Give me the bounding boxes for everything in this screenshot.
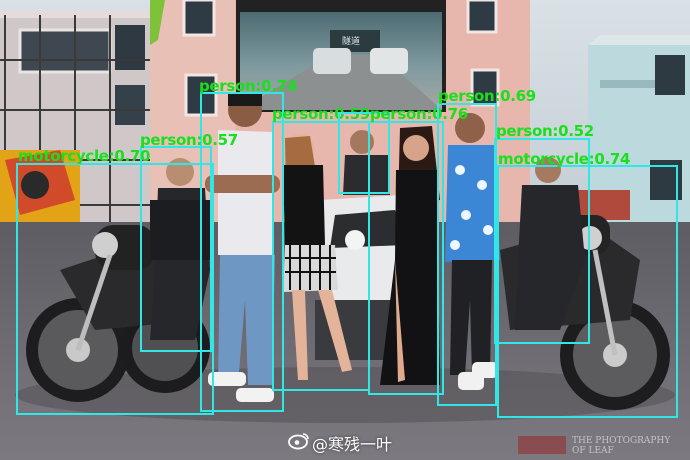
screen-sign-text: 隧道	[342, 37, 361, 47]
detection-label-motorcycle-0: motorcycle:0.70	[18, 147, 151, 165]
credit-line-2: OF LEAF	[572, 446, 614, 456]
weibo-icon	[288, 433, 309, 450]
credit-line-1: THE PHOTOGRAPHY	[572, 436, 671, 446]
detection-box-motorcycle-1	[497, 165, 678, 418]
detection-label-person-5: person:0.69	[438, 87, 536, 105]
credit-stamp	[518, 436, 566, 454]
weibo-watermark: @寒残一叶	[312, 435, 393, 454]
detection-label-person-6: person:0.52	[496, 122, 594, 140]
photo-scene: person:0.74 person:0.57 motorcycle:0.70 …	[0, 0, 690, 460]
detection-label-motorcycle-1: motorcycle:0.74	[498, 150, 631, 168]
detection-box-motorcycle-0	[16, 163, 214, 415]
detection-box-person-5	[437, 103, 497, 406]
detection-box-person-4	[368, 121, 444, 395]
detection-label-person-0: person:0.74	[199, 77, 297, 95]
detection-label-person-1: person:0.57	[140, 131, 238, 149]
